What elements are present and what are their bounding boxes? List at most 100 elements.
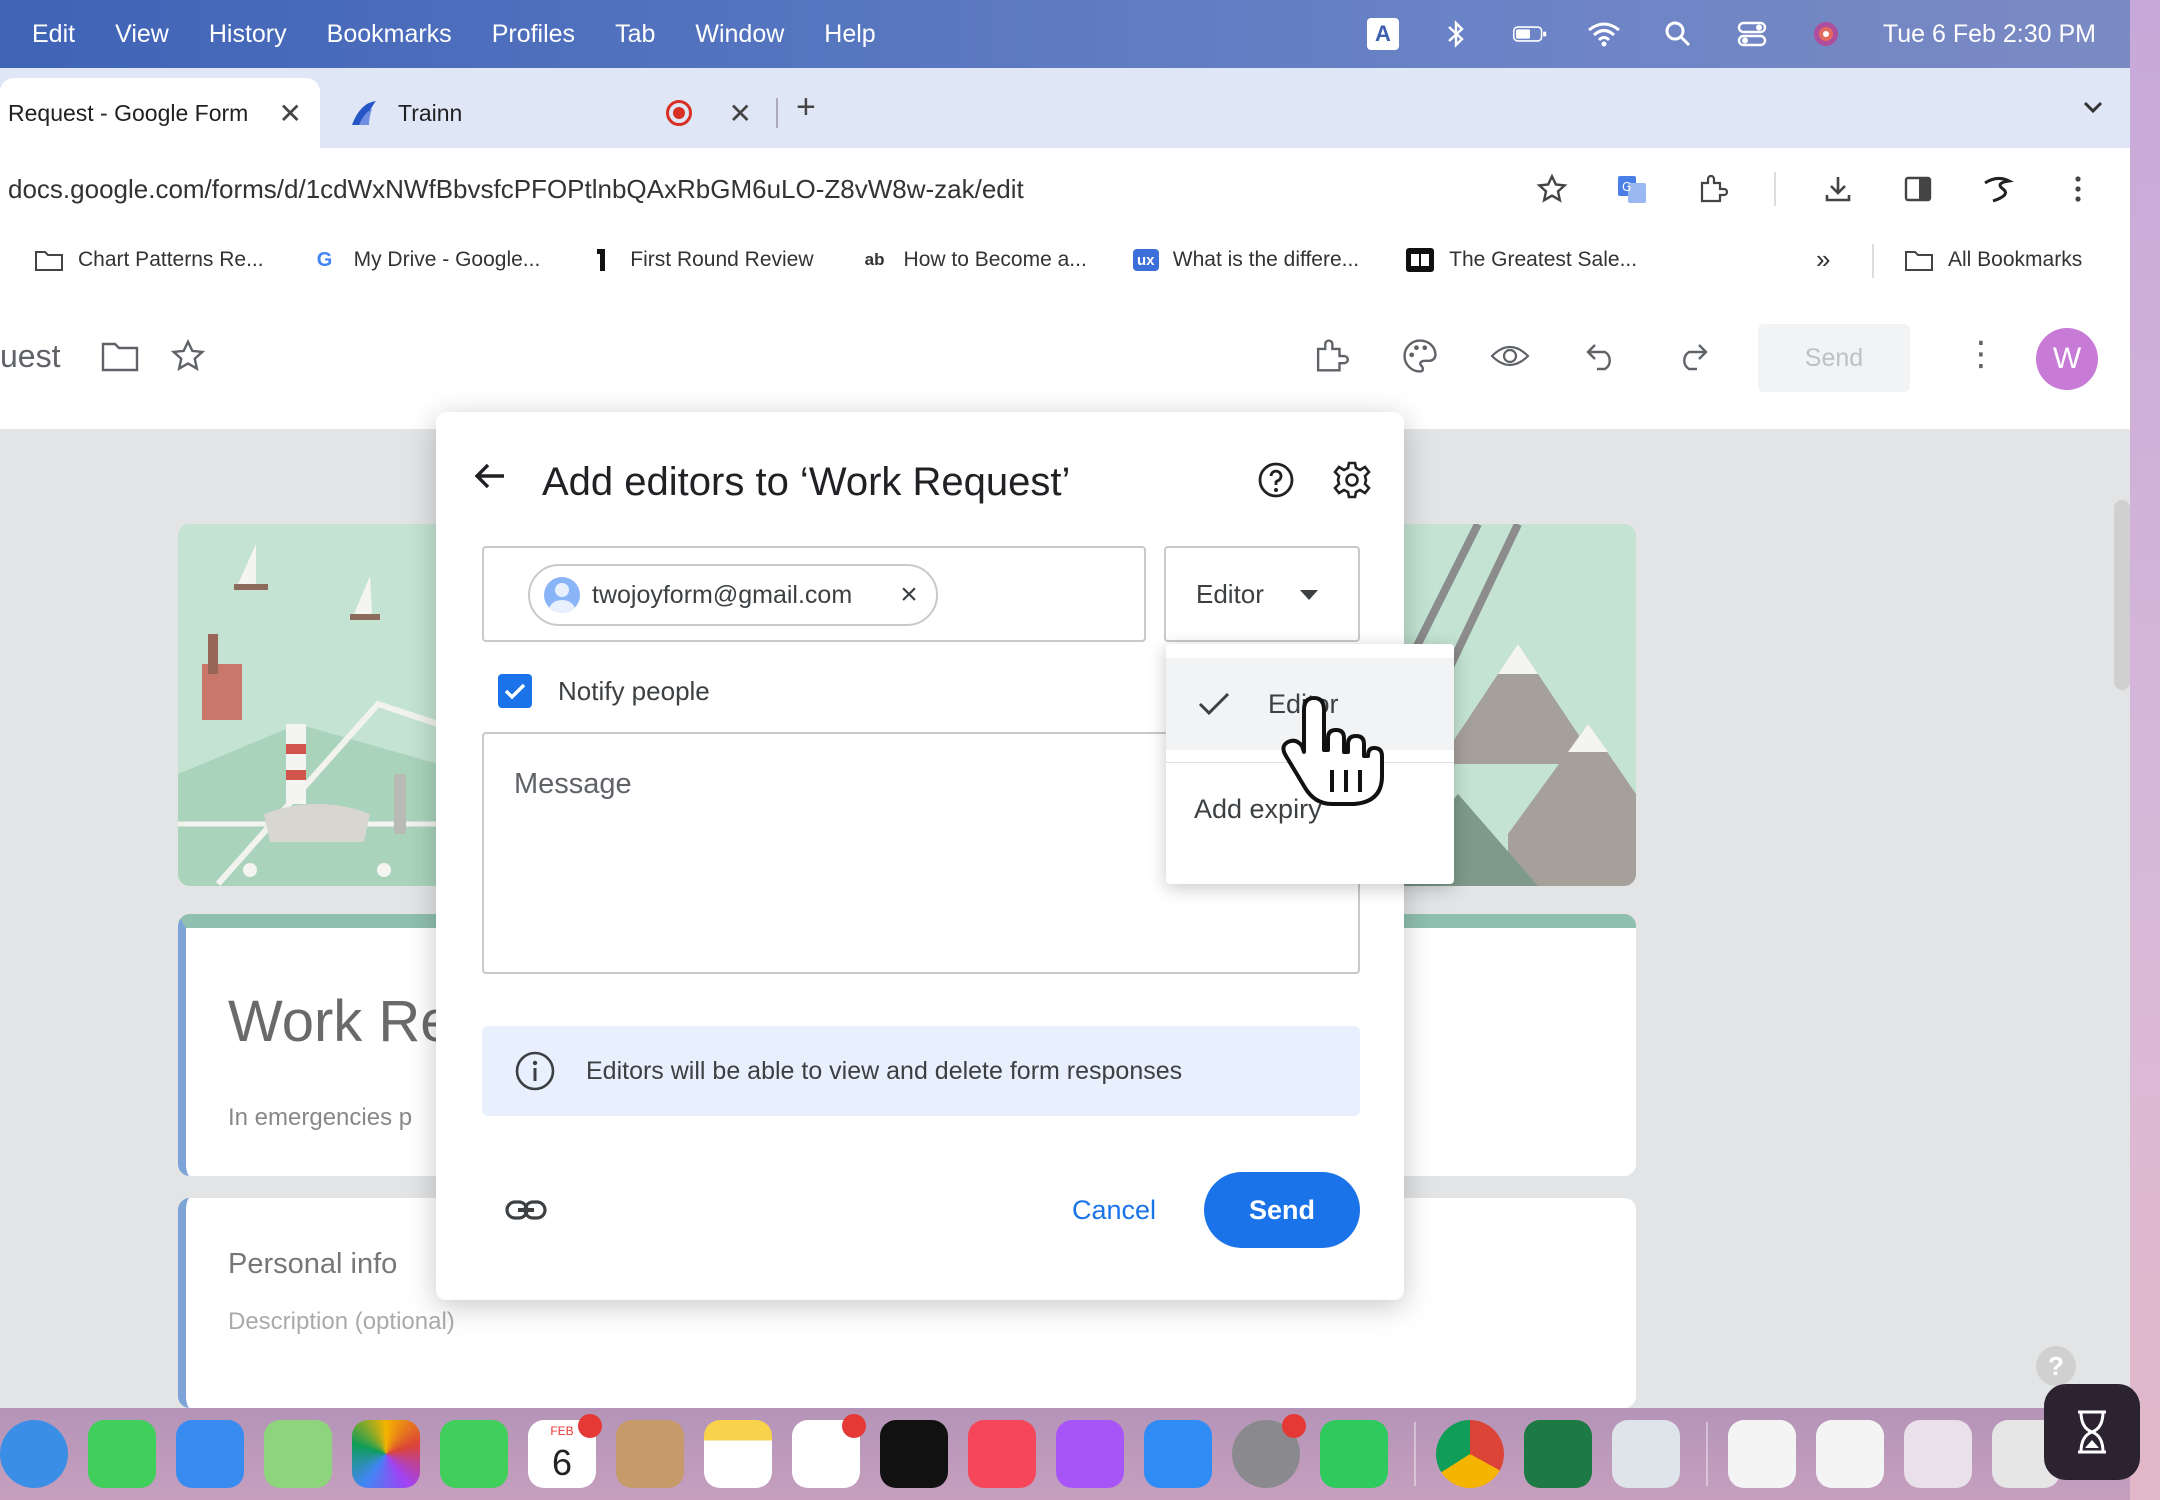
notify-checkbox[interactable] bbox=[498, 674, 532, 708]
document-icon[interactable] bbox=[1728, 1420, 1796, 1488]
document-icon[interactable] bbox=[1816, 1420, 1884, 1488]
close-tab-icon[interactable]: ✕ bbox=[279, 97, 302, 130]
side-panel-icon[interactable] bbox=[1900, 171, 1936, 207]
tab-trainn[interactable]: Trainn ✕ bbox=[330, 78, 770, 148]
menu-view[interactable]: View bbox=[115, 20, 169, 49]
add-ons-puzzle-icon[interactable] bbox=[1310, 336, 1350, 376]
system-settings-icon[interactable] bbox=[1232, 1414, 1306, 1488]
browser-menu-icon[interactable] bbox=[2060, 171, 2096, 207]
recipients-field[interactable]: twojoyform@gmail.com × bbox=[482, 546, 1146, 642]
folder-icon bbox=[34, 247, 64, 273]
input-source-icon[interactable]: A bbox=[1366, 18, 1399, 50]
role-select[interactable]: Editor bbox=[1164, 546, 1360, 642]
form-description[interactable]: In emergencies p bbox=[228, 1104, 412, 1132]
menu-bookmarks[interactable]: Bookmarks bbox=[327, 20, 452, 49]
help-icon[interactable] bbox=[1256, 460, 1296, 500]
close-tab-icon[interactable]: ✕ bbox=[729, 97, 752, 130]
bookmark-star-icon[interactable] bbox=[1534, 171, 1570, 207]
download-icon[interactable] bbox=[1820, 171, 1856, 207]
preview-window-icon[interactable] bbox=[1612, 1420, 1680, 1488]
move-to-folder-icon[interactable] bbox=[100, 336, 140, 376]
apple-tv-icon[interactable] bbox=[880, 1420, 948, 1488]
account-avatar[interactable]: W bbox=[2036, 328, 2098, 390]
recipient-chip[interactable]: twojoyform@gmail.com × bbox=[528, 564, 938, 626]
reminders-icon[interactable] bbox=[792, 1414, 866, 1488]
tab-google-forms[interactable]: Request - Google Form ✕ bbox=[0, 78, 320, 148]
bookmark-chart-patterns[interactable]: Chart Patterns Re... bbox=[34, 247, 264, 273]
form-send-button[interactable]: Send bbox=[1758, 324, 1910, 392]
translate-icon[interactable]: G bbox=[1614, 171, 1650, 207]
wifi-icon[interactable] bbox=[1587, 19, 1621, 49]
extensions-icon[interactable] bbox=[1694, 171, 1730, 207]
info-banner: Editors will be able to view and delete … bbox=[482, 1026, 1360, 1116]
notify-people-option[interactable]: Notify people bbox=[498, 674, 710, 708]
dock-separator bbox=[1706, 1422, 1708, 1486]
toolbar-separator bbox=[1774, 172, 1776, 206]
preview-eye-icon[interactable] bbox=[1490, 336, 1530, 376]
url-field[interactable]: docs.google.com/forms/d/1cdWxNWfBbvsfcPF… bbox=[0, 174, 1024, 205]
podcasts-icon[interactable] bbox=[1056, 1420, 1124, 1488]
all-bookmarks-button[interactable]: All Bookmarks bbox=[1904, 230, 2082, 290]
excel-icon[interactable] bbox=[1524, 1420, 1592, 1488]
notification-badge bbox=[578, 1414, 602, 1438]
remove-recipient-icon[interactable]: × bbox=[894, 580, 924, 610]
send-button[interactable]: Send bbox=[1204, 1172, 1360, 1248]
redo-icon[interactable] bbox=[1672, 336, 1712, 376]
chrome-icon[interactable] bbox=[1436, 1420, 1504, 1488]
mail-icon[interactable] bbox=[176, 1420, 244, 1488]
recipient-avatar-icon bbox=[544, 577, 580, 613]
bluetooth-icon[interactable] bbox=[1439, 19, 1473, 49]
downloads-stack-icon[interactable] bbox=[1904, 1420, 1972, 1488]
music-icon[interactable] bbox=[968, 1420, 1036, 1488]
menu-edit[interactable]: Edit bbox=[32, 20, 75, 49]
menu-profiles[interactable]: Profiles bbox=[492, 20, 575, 49]
maps-icon[interactable] bbox=[264, 1420, 332, 1488]
menu-history[interactable]: History bbox=[209, 20, 287, 49]
bookmark-my-drive[interactable]: G My Drive - Google... bbox=[310, 247, 541, 273]
help-float-icon[interactable]: ? bbox=[2036, 1346, 2076, 1386]
siri-icon[interactable] bbox=[1809, 19, 1843, 49]
ab-icon: ab bbox=[864, 250, 885, 269]
battery-icon[interactable] bbox=[1512, 19, 1547, 49]
notes-icon[interactable] bbox=[704, 1420, 772, 1488]
customize-theme-palette-icon[interactable] bbox=[1400, 336, 1440, 376]
facetime-icon[interactable] bbox=[440, 1420, 508, 1488]
bookmark-how-to-become[interactable]: ab How to Become a... bbox=[860, 247, 1087, 273]
form-title[interactable]: Work Re bbox=[228, 988, 453, 1055]
tab-search-chevron-icon[interactable] bbox=[2082, 90, 2104, 121]
bookmark-what-is-the-difference[interactable]: ux What is the differe... bbox=[1132, 248, 1359, 272]
undo-icon[interactable] bbox=[1582, 336, 1622, 376]
form-document-title[interactable]: uest bbox=[0, 338, 60, 375]
section-description[interactable]: Description (optional) bbox=[228, 1308, 455, 1336]
app-store-icon[interactable] bbox=[1144, 1420, 1212, 1488]
messages-icon[interactable] bbox=[88, 1420, 156, 1488]
safari-icon[interactable] bbox=[0, 1420, 68, 1488]
settings-gear-icon[interactable] bbox=[1332, 460, 1372, 500]
back-arrow-icon[interactable] bbox=[470, 456, 510, 496]
menu-help[interactable]: Help bbox=[824, 20, 875, 49]
svg-text:G: G bbox=[1622, 180, 1631, 194]
menubar-clock[interactable]: Tue 6 Feb 2:30 PM bbox=[1883, 20, 2096, 49]
whatsapp-icon[interactable] bbox=[1320, 1420, 1388, 1488]
menu-tab[interactable]: Tab bbox=[615, 20, 655, 49]
copy-link-icon[interactable] bbox=[504, 1188, 548, 1232]
profile-extension-icon[interactable] bbox=[1980, 171, 2016, 207]
more-options-icon[interactable]: ⋮ bbox=[1964, 334, 1998, 374]
new-tab-button[interactable]: + bbox=[796, 88, 816, 127]
bookmark-first-round-review[interactable]: First Round Review bbox=[586, 247, 814, 273]
control-center-icon[interactable] bbox=[1735, 19, 1769, 49]
menu-window[interactable]: Window bbox=[695, 20, 784, 49]
section-title[interactable]: Personal info bbox=[228, 1248, 397, 1281]
spotlight-search-icon[interactable] bbox=[1661, 19, 1695, 49]
trainn-logo-icon bbox=[352, 101, 376, 125]
page-scrollbar[interactable] bbox=[2114, 500, 2130, 690]
photos-icon[interactable] bbox=[352, 1420, 420, 1488]
star-icon[interactable] bbox=[168, 336, 208, 376]
more-bookmarks-chevron-icon[interactable]: » bbox=[1816, 244, 1830, 275]
contacts-icon[interactable] bbox=[616, 1420, 684, 1488]
tab-separator bbox=[776, 98, 778, 128]
hourglass-timer-icon[interactable] bbox=[2044, 1384, 2140, 1480]
cancel-button[interactable]: Cancel bbox=[1050, 1180, 1178, 1240]
bookmark-greatest-sale[interactable]: The Greatest Sale... bbox=[1405, 247, 1637, 273]
calendar-icon[interactable]: FEB 6 bbox=[528, 1414, 602, 1488]
